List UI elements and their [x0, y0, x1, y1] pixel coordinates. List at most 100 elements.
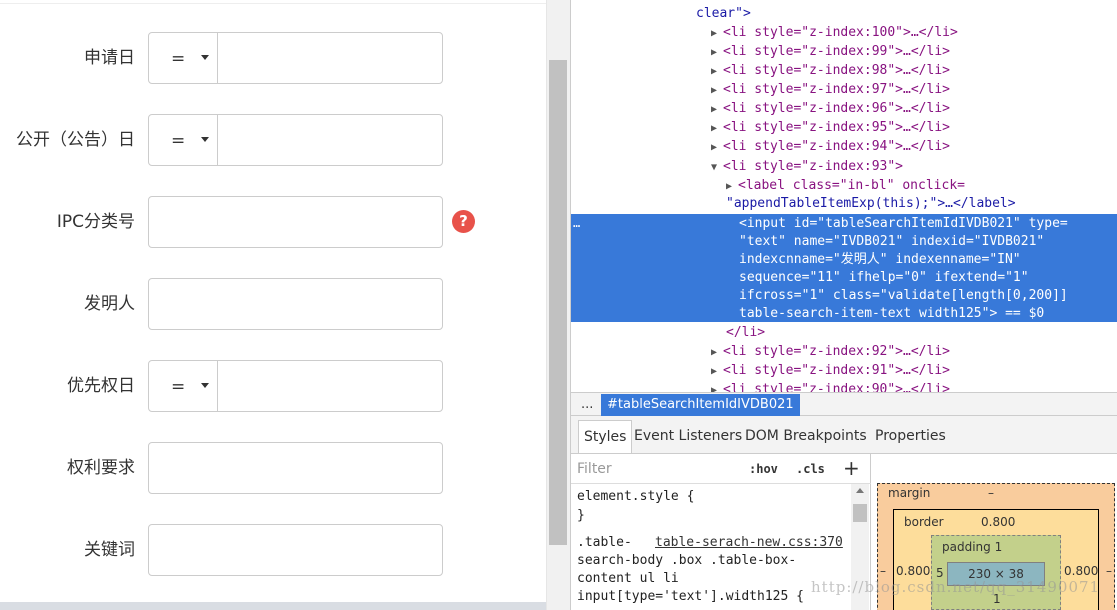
tab-event-listeners[interactable]: Event Listeners — [634, 420, 742, 453]
dom-li-91[interactable]: ▶ <li style="z-index:91">…</li> — [711, 361, 1117, 380]
keywords-label: 关键词 — [84, 540, 135, 560]
border-label: border — [904, 515, 944, 529]
bottom-strip — [0, 602, 546, 610]
operator-value: = — [171, 131, 186, 151]
dom-li-90[interactable]: ▶ <li style="z-index:90">…</li> — [711, 380, 1117, 392]
tab-properties[interactable]: Properties — [875, 420, 946, 453]
ipc-label: IPC分类号 — [56, 212, 135, 232]
dom-li-99[interactable]: ▶ <li style="z-index:99">…</li> — [711, 42, 1117, 61]
page-scrollbar[interactable] — [546, 0, 570, 610]
caret-down-icon — [201, 383, 209, 388]
application-date-input[interactable] — [217, 32, 443, 84]
scroll-up-icon[interactable] — [856, 488, 864, 493]
dom-li-96[interactable]: ▶ <li style="z-index:96">…</li> — [711, 99, 1117, 118]
priority-date-input[interactable] — [217, 360, 443, 412]
element-style-rule[interactable]: element.style { — [577, 488, 694, 506]
margin-left-value: – — [880, 564, 886, 578]
application-date-label: 申请日 — [84, 48, 135, 68]
css-source-link[interactable]: table-serach-new.css:370 — [655, 534, 843, 552]
more-dots-icon[interactable]: … — [573, 216, 580, 230]
dom-li-100[interactable]: ▶ <li style="z-index:100">…</li> — [711, 23, 1117, 42]
dom-label-cont[interactable]: "appendTableItemExp(this);">…</label> — [726, 194, 1117, 213]
dom-li-97[interactable]: ▶ <li style="z-index:97">…</li> — [711, 80, 1117, 99]
form-row-ipc: IPC分类号 ? — [0, 196, 546, 248]
expand-right-icon[interactable]: ▶ — [711, 81, 723, 100]
keywords-input[interactable] — [148, 524, 443, 576]
form-row-claims: 权利要求 — [0, 442, 546, 494]
top-divider — [0, 3, 546, 4]
breadcrumb-current[interactable]: #tableSearchItemIdIVDB021 — [601, 394, 800, 416]
expand-right-icon[interactable]: ▶ — [711, 362, 723, 381]
form-row-publication-date: 公开（公告）日 = — [0, 114, 546, 166]
css-rule-prefix: .table- — [577, 535, 632, 550]
dom-li-close[interactable]: </li> — [726, 323, 1117, 342]
selected-line-6: table-search-item-text width125"> == $0 — [739, 306, 1045, 321]
expand-right-icon[interactable]: ▶ — [711, 62, 723, 81]
selected-line-4: sequence="11" ifhelp="0" ifextend="1" — [739, 270, 1029, 285]
caret-down-icon — [201, 55, 209, 60]
css-rule-line-1: search-body .box .table-box- — [577, 553, 797, 568]
dom-li-94[interactable]: ▶ <li style="z-index:94">…</li> — [711, 137, 1117, 156]
css-rule-line-2: content ul li — [577, 571, 679, 586]
margin-top-value: – — [988, 486, 994, 500]
claims-input[interactable] — [148, 442, 443, 494]
form-row-keywords: 关键词 — [0, 524, 546, 576]
priority-date-label: 优先权日 — [67, 376, 135, 396]
hov-toggle-button[interactable]: :hov — [749, 459, 778, 479]
margin-right-value: – — [1106, 564, 1112, 578]
styles-filter-row: Filter :hov .cls + — [571, 454, 871, 484]
element-style-close: } — [577, 508, 585, 523]
publication-date-operator-select[interactable]: = — [148, 114, 218, 166]
breadcrumb-more[interactable]: ... — [581, 394, 593, 416]
selected-line-5: ifcross="1" class="validate[length[0,200… — [739, 288, 1068, 303]
dom-line-clear[interactable]: clear"> — [696, 4, 1117, 23]
priority-date-operator-select[interactable]: = — [148, 360, 218, 412]
expand-right-icon[interactable]: ▶ — [711, 343, 723, 362]
publication-date-input[interactable] — [217, 114, 443, 166]
operator-value: = — [171, 377, 186, 397]
css-rule-line-3: input[type='text'].width125 { — [577, 589, 804, 604]
dom-tree[interactable]: clear"> ▶ <li style="z-index:100">…</li> … — [571, 0, 1117, 392]
tab-styles[interactable]: Styles — [578, 420, 633, 453]
expand-right-icon[interactable]: ▶ — [711, 138, 723, 157]
expand-right-icon[interactable]: ▶ — [711, 381, 723, 392]
publication-date-label: 公开（公告）日 — [16, 130, 135, 150]
selected-line-2: "text" name="IVDB021" indexid="IVDB021" — [739, 234, 1045, 249]
operator-value: = — [171, 49, 186, 69]
selected-line-1: <input id="tableSearchItemIdIVDB021" typ… — [739, 216, 1068, 231]
padding-label: padding 1 — [942, 540, 1003, 554]
claims-label: 权利要求 — [67, 458, 135, 478]
breadcrumb: ... #tableSearchItemIdIVDB021 — [571, 392, 1117, 416]
search-form-panel: 申请日 = 公开（公告）日 = IPC分类号 ? 发明人 优先权日 = 权利要求 — [0, 0, 546, 610]
form-row-priority-date: 优先权日 = — [0, 360, 546, 412]
expand-down-icon[interactable]: ▼ — [711, 158, 723, 177]
expand-right-icon[interactable]: ▶ — [711, 100, 723, 119]
application-date-operator-select[interactable]: = — [148, 32, 218, 84]
expand-right-icon[interactable]: ▶ — [711, 43, 723, 62]
page-scrollbar-thumb[interactable] — [549, 60, 567, 545]
tab-dom-breakpoints[interactable]: DOM Breakpoints — [745, 420, 867, 453]
help-question-icon[interactable]: ? — [452, 210, 475, 233]
cls-toggle-button[interactable]: .cls — [796, 459, 825, 479]
inventor-label: 发明人 — [84, 294, 135, 314]
dom-li-98[interactable]: ▶ <li style="z-index:98">…</li> — [711, 61, 1117, 80]
devtools-panel: clear"> ▶ <li style="z-index:100">…</li> … — [570, 0, 1117, 610]
panel-tabs: Styles Event Listeners DOM Breakpoints P… — [571, 416, 1117, 454]
css-rule-selector: .table- table-serach-new.css:370 — [577, 534, 852, 552]
expand-right-icon[interactable]: ▶ — [711, 119, 723, 138]
dom-li-95[interactable]: ▶ <li style="z-index:95">…</li> — [711, 118, 1117, 137]
dom-li-92[interactable]: ▶ <li style="z-index:92">…</li> — [711, 342, 1117, 361]
inventor-input[interactable] — [148, 278, 443, 330]
border-right-value: 0.800 — [1064, 564, 1099, 578]
styles-filter-input[interactable]: Filter — [577, 459, 612, 479]
box-model-padding[interactable]: padding 1 5 1 230 × 38 — [931, 535, 1061, 610]
expand-right-icon[interactable]: ▶ — [711, 24, 723, 43]
border-left-value: 0.800 — [896, 564, 931, 578]
styles-scrollbar-thumb[interactable] — [853, 504, 867, 522]
caret-down-icon — [201, 137, 209, 142]
form-row-application-date: 申请日 = — [0, 32, 546, 84]
ipc-input[interactable] — [148, 196, 443, 248]
dom-label[interactable]: ▶ <label class="in-bl" onclick= — [726, 176, 1117, 195]
dom-li-93[interactable]: ▼ <li style="z-index:93"> — [711, 157, 1117, 176]
add-rule-icon[interactable]: + — [843, 456, 860, 480]
